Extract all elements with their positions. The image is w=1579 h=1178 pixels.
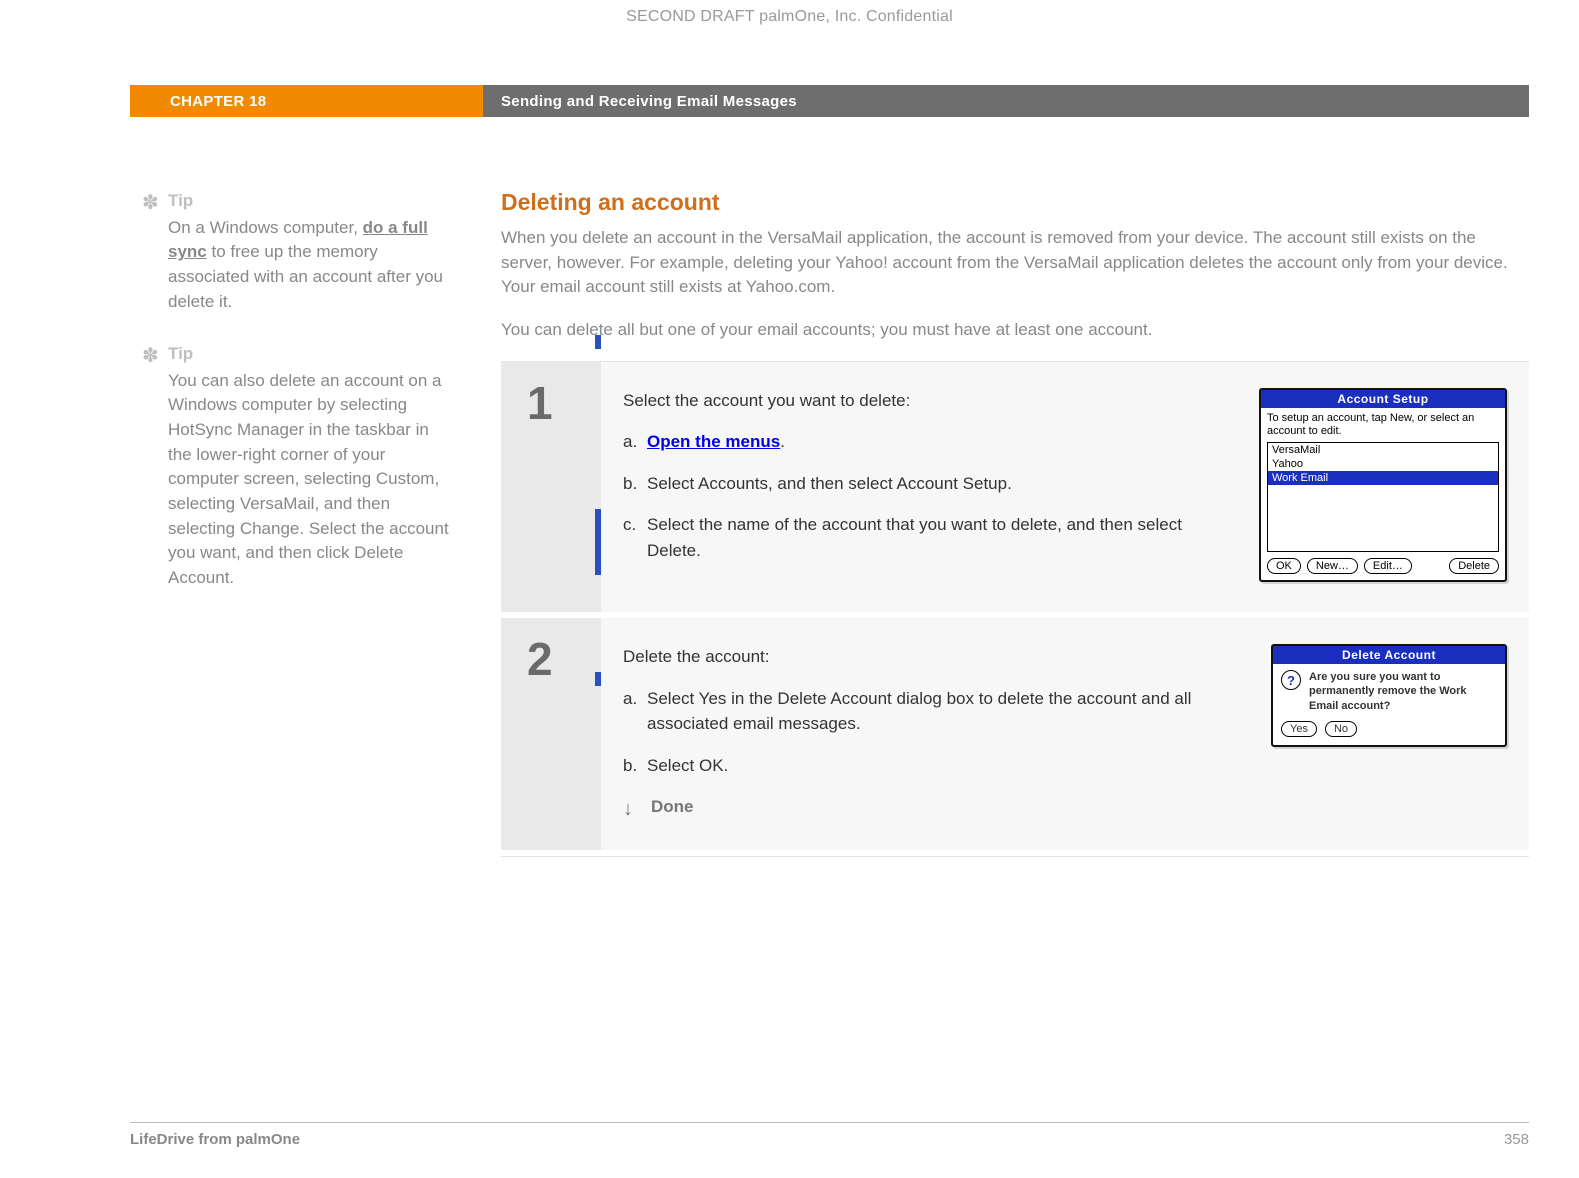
dialog-button-row: Yes No — [1273, 721, 1505, 745]
steps-container: 1 Select the account you want to delete:… — [501, 361, 1529, 857]
ok-button[interactable]: OK — [1267, 558, 1301, 574]
step-body: Delete the account: a. Select Yes in the… — [601, 618, 1529, 850]
substep-letter: c. — [623, 512, 647, 563]
intro-paragraph-2: You can delete all but one of your email… — [501, 318, 1529, 343]
chapter-number-cell: CHAPTER 18 — [130, 85, 483, 117]
step-1: 1 Select the account you want to delete:… — [501, 362, 1529, 619]
no-button[interactable]: No — [1325, 721, 1357, 737]
substep-text: Select Yes in the Delete Account dialog … — [647, 686, 1243, 737]
palm-window-title: Account Setup — [1261, 390, 1505, 408]
substep-letter: b. — [623, 471, 647, 497]
tip-block-2: ✽ Tip You can also delete an account on … — [168, 342, 453, 590]
done-indicator: Done — [623, 794, 1243, 820]
arrow-down-icon — [623, 798, 641, 816]
content-columns: ✽ Tip On a Windows computer, do a full s… — [130, 189, 1529, 857]
substep-b: b. Select OK. — [623, 753, 1243, 779]
chapter-title-cell: Sending and Receiving Email Messages — [483, 85, 1529, 117]
substep-a: a. Open the menus. — [623, 429, 1231, 455]
substep-letter: b. — [623, 753, 647, 779]
delete-account-screenshot: Delete Account ? Are you sure you want t… — [1271, 644, 1507, 820]
step-lead: Delete the account: — [623, 644, 1243, 670]
palm-setup-hint: To setup an account, tap New, or select … — [1267, 412, 1499, 440]
page-content: CHAPTER 18 Sending and Receiving Email M… — [130, 85, 1529, 1118]
step-text: Delete the account: a. Select Yes in the… — [623, 644, 1243, 820]
step-body: Select the account you want to delete: a… — [601, 362, 1529, 613]
substep-b: b. Select Accounts, and then select Acco… — [623, 471, 1231, 497]
draft-watermark: SECOND DRAFT palmOne, Inc. Confidential — [0, 8, 1579, 26]
substep-text: Select the name of the account that you … — [647, 512, 1231, 563]
substep-c: c. Select the name of the account that y… — [623, 512, 1231, 563]
palm-account-setup-window: Account Setup To setup an account, tap N… — [1259, 388, 1507, 583]
question-icon: ? — [1281, 670, 1301, 690]
account-setup-screenshot: Account Setup To setup an account, tap N… — [1259, 388, 1507, 583]
step-number: 2 — [501, 618, 601, 850]
chapter-header-bar: CHAPTER 18 Sending and Receiving Email M… — [130, 85, 1529, 117]
tip-label: Tip — [168, 189, 453, 214]
substep-a: a. Select Yes in the Delete Account dial… — [623, 686, 1243, 737]
substep-letter: a. — [623, 686, 647, 737]
footer-page-number: 358 — [1504, 1131, 1529, 1148]
palm-account-list: VersaMail Yahoo Work Email — [1267, 442, 1499, 552]
edit-button[interactable]: Edit… — [1364, 558, 1412, 574]
tip-text-pre: On a Windows computer, — [168, 218, 363, 237]
tip-block-1: ✽ Tip On a Windows computer, do a full s… — [168, 189, 453, 314]
substep-letter: a. — [623, 429, 647, 455]
revision-mark-icon — [595, 672, 601, 686]
done-label: Done — [651, 794, 694, 820]
section-heading: Deleting an account — [501, 189, 1529, 216]
list-item[interactable]: VersaMail — [1268, 443, 1498, 457]
revision-mark-icon — [595, 509, 601, 575]
new-button[interactable]: New… — [1307, 558, 1358, 574]
step-text: Select the account you want to delete: a… — [623, 388, 1231, 583]
tip-body: You can also delete an account on a Wind… — [168, 369, 453, 591]
chapter-title: Sending and Receiving Email Messages — [501, 93, 797, 110]
tip-star-icon: ✽ — [142, 342, 159, 371]
substep-text: Select Accounts, and then select Account… — [647, 471, 1231, 497]
substep-a-suffix: . — [780, 432, 785, 451]
list-item[interactable]: Yahoo — [1268, 457, 1498, 471]
step-2: 2 Delete the account: a. Select Yes in t… — [501, 618, 1529, 856]
intro-paragraph-1: When you delete an account in the VersaM… — [501, 226, 1529, 300]
palm-dialog-title: Delete Account — [1273, 646, 1505, 664]
substep-text: Select OK. — [647, 753, 1243, 779]
chapter-label: CHAPTER 18 — [170, 93, 266, 110]
main-column: Deleting an account When you delete an a… — [483, 189, 1529, 857]
open-menus-link[interactable]: Open the menus — [647, 432, 780, 451]
tip-label: Tip — [168, 342, 453, 367]
tip-star-icon: ✽ — [142, 189, 159, 218]
list-item-selected[interactable]: Work Email — [1268, 471, 1498, 485]
palm-button-row: OK New… Edit… Delete — [1267, 558, 1499, 574]
delete-button[interactable]: Delete — [1449, 558, 1499, 574]
step-lead: Select the account you want to delete: — [623, 388, 1231, 414]
dialog-question-text: Are you sure you want to permanently rem… — [1309, 670, 1497, 713]
footer-product: LifeDrive from palmOne — [130, 1131, 300, 1148]
revision-mark-icon — [595, 335, 601, 349]
palm-delete-dialog: Delete Account ? Are you sure you want t… — [1271, 644, 1507, 747]
page-footer: LifeDrive from palmOne 358 — [130, 1122, 1529, 1148]
step-number: 1 — [501, 362, 601, 613]
tip-body: On a Windows computer, do a full sync to… — [168, 216, 453, 315]
tip-text-post: to free up the memory associated with an… — [168, 242, 443, 310]
tips-sidebar: ✽ Tip On a Windows computer, do a full s… — [130, 189, 483, 857]
yes-button[interactable]: Yes — [1281, 721, 1317, 737]
